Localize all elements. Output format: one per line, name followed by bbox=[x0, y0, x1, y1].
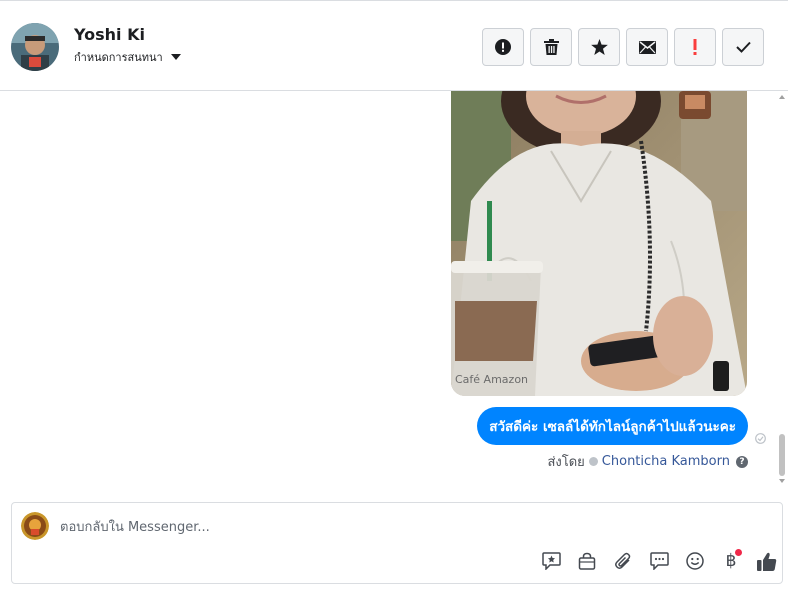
reply-input[interactable] bbox=[60, 517, 660, 537]
sent-by-label: ส่งโดย bbox=[547, 455, 585, 470]
message-photo[interactable]: Café Amazon bbox=[451, 91, 747, 396]
mark-spam-button[interactable] bbox=[482, 28, 524, 66]
agent-status-icon bbox=[588, 457, 598, 466]
follow-up-button[interactable] bbox=[674, 28, 716, 66]
sent-by-agent[interactable]: Chonticha Kamborn bbox=[602, 454, 730, 469]
thumbs-up-icon bbox=[757, 552, 777, 571]
user-name[interactable]: Yoshi Ki bbox=[74, 25, 145, 44]
trash-icon bbox=[543, 39, 559, 55]
composer-tools: ฿ bbox=[533, 549, 785, 573]
sent-by-info: ส่งโดย Chonticha Kamborn ? bbox=[547, 451, 748, 472]
emoji-button[interactable] bbox=[677, 549, 713, 573]
conversation-header: Yoshi Ki กำหนดการสนทนา bbox=[0, 0, 788, 91]
caret-down-icon bbox=[170, 54, 181, 60]
exclamation-icon bbox=[692, 39, 698, 55]
mark-unread-button[interactable] bbox=[626, 28, 668, 66]
attach-file-button[interactable] bbox=[605, 549, 641, 573]
star-button[interactable] bbox=[578, 28, 620, 66]
paperclip-icon bbox=[614, 552, 632, 570]
envelope-icon bbox=[638, 40, 656, 54]
shop-bag-icon bbox=[578, 552, 596, 570]
delete-button[interactable] bbox=[530, 28, 572, 66]
quick-reply-button[interactable] bbox=[641, 549, 677, 573]
conversation-actions bbox=[482, 28, 764, 66]
message-bubble[interactable]: สวัสดีค่ะ เซลล์ได้ทักไลน์ลูกค้าไปแล้วนะค… bbox=[477, 407, 748, 445]
help-icon[interactable]: ? bbox=[736, 455, 748, 468]
conversation-setting-label: กำหนดการสนทนา bbox=[74, 51, 163, 64]
mark-done-button[interactable] bbox=[722, 28, 764, 66]
page-avatar bbox=[21, 512, 49, 540]
like-button[interactable] bbox=[749, 549, 785, 573]
scroll-up-arrow-icon[interactable] bbox=[779, 95, 785, 99]
check-icon bbox=[735, 41, 751, 53]
message-thread: Café Amazon สวัสดีค่ะ เซลล์ได้ทักไลน์ลูก… bbox=[0, 91, 788, 491]
reply-composer: ฿ bbox=[11, 502, 783, 584]
saved-reply-icon bbox=[541, 552, 561, 570]
shop-button[interactable] bbox=[569, 549, 605, 573]
saved-reply-button[interactable] bbox=[533, 549, 569, 573]
alert-circle-icon bbox=[495, 39, 511, 55]
conversation-setting-dropdown[interactable]: กำหนดการสนทนา bbox=[74, 48, 181, 66]
scrollbar-thumb[interactable] bbox=[779, 434, 785, 476]
user-avatar[interactable] bbox=[11, 23, 59, 71]
scroll-down-arrow-icon[interactable] bbox=[779, 479, 785, 483]
photo-caption: Café Amazon bbox=[455, 373, 528, 386]
delivered-check-icon bbox=[755, 429, 766, 448]
smiley-icon bbox=[686, 552, 704, 570]
payment-button[interactable]: ฿ bbox=[713, 549, 749, 573]
thread-scrollbar[interactable] bbox=[776, 91, 788, 491]
star-icon bbox=[590, 39, 608, 55]
notification-dot bbox=[735, 549, 742, 556]
chat-bubble-icon bbox=[649, 552, 669, 570]
